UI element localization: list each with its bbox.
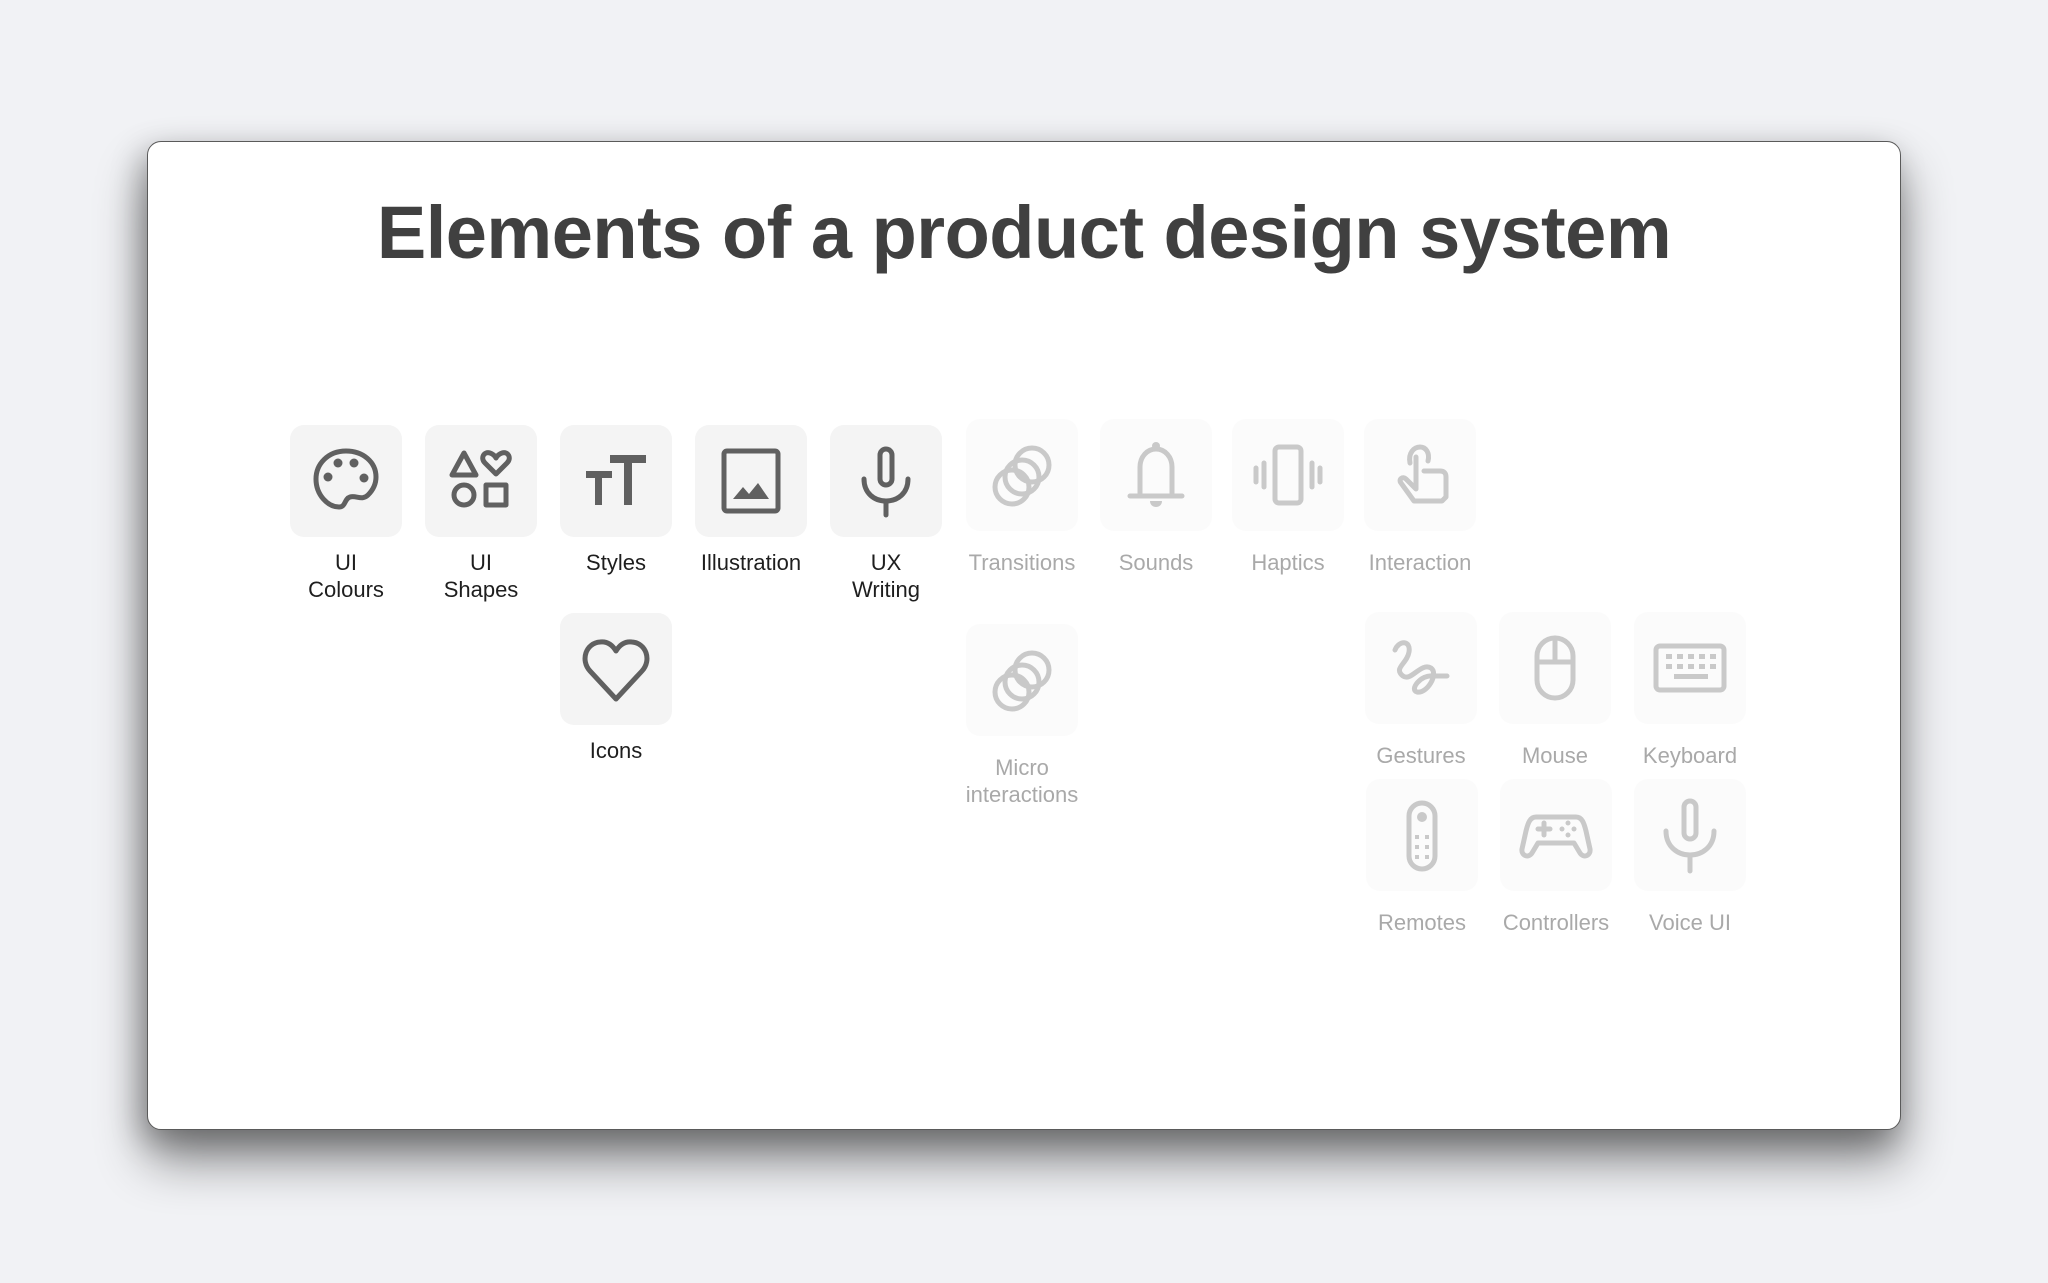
label-line: Writing: [851, 577, 921, 602]
microphone-icon: [861, 446, 911, 518]
label-line: interactions: [965, 782, 1079, 807]
item-label: Remotes: [1377, 910, 1467, 935]
image-icon: [721, 448, 781, 514]
item-label: UI Shapes: [406, 549, 556, 603]
tile: [1499, 612, 1611, 724]
slide-title: Elements of a product design system: [376, 191, 1672, 274]
label-line: Shapes: [443, 577, 519, 602]
item-ui-shapes[interactable]: UI Shapes: [406, 425, 556, 603]
palette-icon: [313, 448, 379, 510]
item-styles[interactable]: Styles: [541, 425, 691, 576]
bell-icon: [1127, 442, 1185, 507]
overlapping-circles-icon: [992, 445, 1052, 507]
overlapping-circles-icon: [992, 650, 1052, 712]
remote-icon: [1406, 800, 1438, 872]
item-label: Voice UI: [1649, 910, 1731, 935]
tile: [425, 425, 537, 537]
item-remotes[interactable]: Remotes: [1347, 779, 1497, 936]
tile: [560, 613, 672, 725]
item-mouse[interactable]: Mouse: [1480, 612, 1630, 769]
tile: [560, 425, 672, 537]
tile: [1634, 612, 1746, 724]
item-label: UI Colours: [271, 549, 421, 603]
item-label: Icons: [589, 738, 643, 763]
item-controllers[interactable]: Controllers: [1481, 779, 1631, 936]
item-icons[interactable]: Icons: [541, 613, 691, 764]
tile: [1100, 419, 1212, 531]
item-label: Keyboard: [1642, 743, 1738, 768]
item-illustration[interactable]: Illustration: [676, 425, 826, 576]
item-keyboard[interactable]: Keyboard: [1615, 612, 1765, 769]
heart-icon: [582, 639, 650, 702]
item-label: UX Writing: [811, 549, 961, 603]
item-ui-colours[interactable]: UI Colours: [271, 425, 421, 603]
item-label: Micro interactions: [947, 754, 1097, 808]
item-voice-ui[interactable]: Voice UI: [1615, 779, 1765, 936]
text-size-icon: [586, 455, 646, 505]
item-interaction[interactable]: Interaction: [1345, 419, 1495, 576]
item-transitions[interactable]: Transitions: [947, 419, 1097, 576]
tile: [966, 419, 1078, 531]
label-line: UI: [335, 550, 357, 575]
item-label: Mouse: [1521, 743, 1589, 768]
item-label: Styles: [586, 550, 646, 575]
shapes-icon: [449, 450, 512, 508]
microphone-icon: [1663, 798, 1717, 874]
label-line: Micro: [995, 755, 1049, 780]
tile: [290, 425, 402, 537]
item-label: Sounds: [1118, 550, 1194, 575]
mouse-icon: [1534, 635, 1576, 701]
item-label: Interaction: [1368, 550, 1472, 575]
item-label: Transitions: [968, 550, 1076, 575]
tile: [966, 624, 1078, 736]
tap-hand-icon: [1397, 444, 1449, 504]
item-label: Haptics: [1251, 550, 1325, 575]
label-line: UI: [470, 550, 492, 575]
item-haptics[interactable]: Haptics: [1213, 419, 1363, 576]
squiggle-icon: [1392, 640, 1450, 695]
item-gestures[interactable]: Gestures: [1346, 612, 1496, 769]
item-ux-writing[interactable]: UX Writing: [811, 425, 961, 603]
item-label: Controllers: [1502, 910, 1610, 935]
tile: [1500, 779, 1612, 891]
label-line: UX: [870, 550, 902, 575]
item-micro-interactions[interactable]: Micro interactions: [947, 624, 1097, 808]
tile: [1232, 419, 1344, 531]
gamepad-icon: [1519, 814, 1593, 859]
vibrate-icon: [1253, 444, 1323, 506]
tile: [1634, 779, 1746, 891]
tile: [830, 425, 942, 537]
tile: [695, 425, 807, 537]
tile: [1364, 419, 1476, 531]
label-line: Colours: [308, 577, 384, 602]
item-sounds[interactable]: Sounds: [1081, 419, 1231, 576]
item-label: Gestures: [1376, 743, 1466, 768]
item-label: Illustration: [700, 550, 802, 575]
tile: [1365, 612, 1477, 724]
tile: [1366, 779, 1478, 891]
keyboard-icon: [1653, 643, 1727, 693]
